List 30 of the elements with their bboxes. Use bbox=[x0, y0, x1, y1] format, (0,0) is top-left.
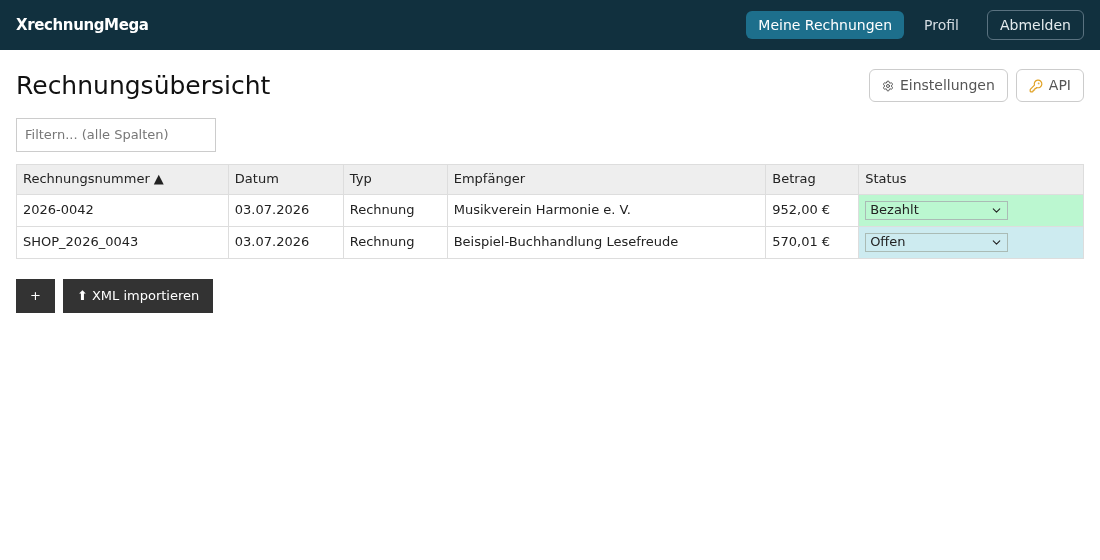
table-cell: 2026-0042 bbox=[16, 194, 229, 226]
status-select[interactable]: Bezahlt bbox=[865, 200, 1009, 220]
column-header[interactable]: Status bbox=[858, 164, 1084, 194]
table-cell: Musikverein Harmonie e. V. bbox=[447, 194, 766, 226]
page-title: Rechnungsübersicht bbox=[16, 70, 271, 102]
column-header[interactable]: Datum bbox=[228, 164, 344, 194]
nav-link[interactable]: Profil bbox=[912, 11, 971, 39]
table-cell: Beispiel-Buchhandlung Lesefreude bbox=[447, 226, 766, 258]
brand-logo[interactable]: XrechnungMega bbox=[16, 13, 149, 37]
nav-link[interactable]: Meine Rechnungen bbox=[746, 11, 905, 39]
status-select[interactable]: Offen bbox=[865, 232, 1009, 252]
key-icon bbox=[1028, 78, 1043, 93]
settings-button[interactable]: Einstellungen bbox=[868, 69, 1008, 103]
add-button[interactable]: + bbox=[16, 278, 55, 313]
column-header[interactable]: Empfänger bbox=[447, 164, 766, 194]
import-button[interactable]: ⬆ XML importieren bbox=[62, 278, 214, 313]
settings-icon bbox=[881, 79, 894, 92]
column-header[interactable]: Typ bbox=[343, 164, 448, 194]
table-cell: SHOP_2026_0043 bbox=[16, 226, 229, 258]
table-cell: 03.07.2026 bbox=[228, 226, 344, 258]
table-cell: 952,00 € bbox=[765, 194, 859, 226]
column-header[interactable]: Rechnungsnummer ▲ bbox=[16, 164, 229, 194]
table-cell: 03.07.2026 bbox=[228, 194, 344, 226]
api-button[interactable]: API bbox=[1015, 69, 1084, 103]
filter-field[interactable]: Filtern... (alle Spalten) bbox=[16, 117, 216, 152]
column-header[interactable]: Betrag bbox=[765, 164, 859, 194]
table-cell: 570,01 € bbox=[765, 226, 859, 258]
table-cell: Rechnung bbox=[343, 194, 448, 226]
table-cell: Rechnung bbox=[343, 226, 448, 258]
logout-button[interactable]: Abmelden bbox=[987, 10, 1084, 40]
